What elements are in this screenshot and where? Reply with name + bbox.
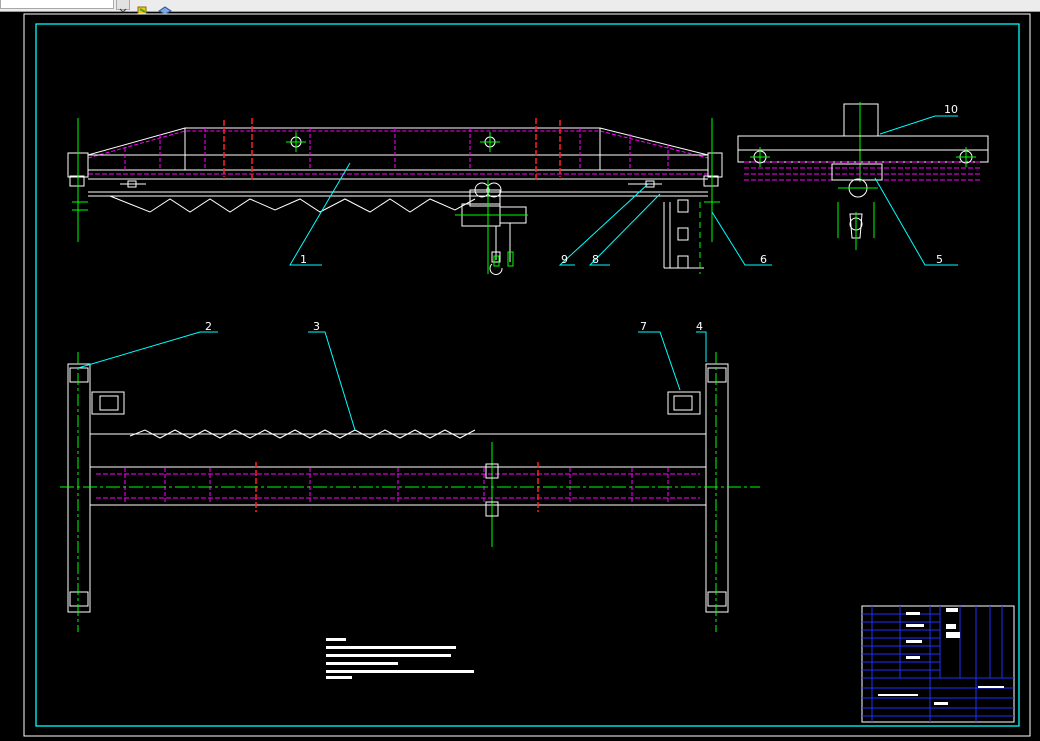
callout-label-6: 6 (760, 253, 767, 266)
cad-drawing-canvas[interactable]: 1 2 3 4 5 6 7 8 9 10 (0, 12, 1040, 737)
callout-label-10: 10 (944, 103, 958, 116)
callout-label-7: 7 (640, 320, 647, 333)
layer-dropdown[interactable] (0, 0, 114, 9)
toolbar (0, 0, 1040, 15)
title-block (861, 605, 1015, 723)
layer-properties-icon[interactable] (158, 0, 172, 15)
callout-label-3: 3 (313, 320, 320, 333)
sheet-outer-frame (23, 13, 1031, 737)
front-elevation-view (67, 118, 723, 275)
plan-view (60, 352, 760, 632)
part-callouts (77, 115, 958, 431)
callout-label-5: 5 (936, 253, 943, 266)
callout-label-8: 8 (592, 253, 599, 266)
callout-label-2: 2 (205, 320, 212, 333)
technical-notes (326, 638, 474, 679)
layer-state-icon[interactable] (136, 0, 150, 15)
side-elevation-view (737, 102, 989, 250)
callout-label-9: 9 (561, 253, 568, 266)
chevron-down-icon[interactable] (116, 0, 130, 13)
callout-label-1: 1 (300, 253, 307, 266)
callout-label-4: 4 (696, 320, 703, 333)
